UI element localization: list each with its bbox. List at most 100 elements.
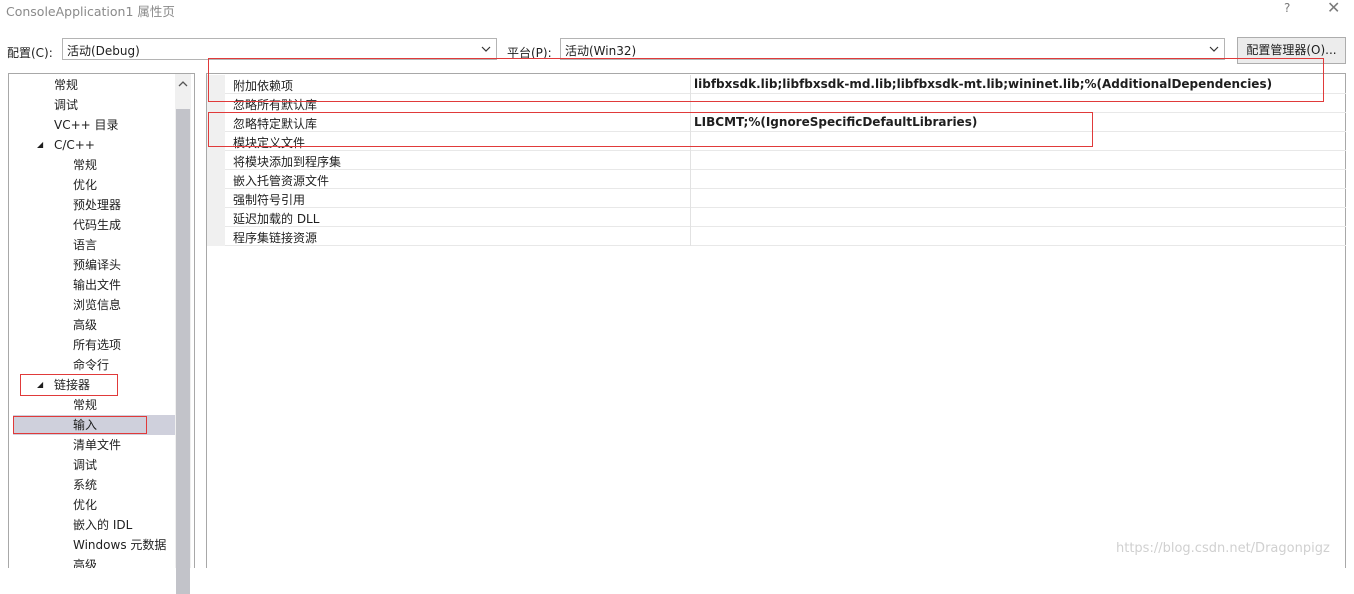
platform-dropdown[interactable]: 活动(Win32) [560,38,1225,60]
row-gutter [207,208,225,227]
tree-item[interactable]: 预处理器 [13,195,175,215]
tree-item-label: 预处理器 [73,198,122,212]
property-row[interactable]: 模块定义文件 [207,132,1346,151]
tree-item[interactable]: Windows 元数据 [13,535,175,555]
property-row[interactable]: 忽略特定默认库 LIBCMT;%(IgnoreSpecificDefaultLib… [207,113,1346,132]
tree-item-label: 预编译头 [73,258,122,272]
row-gutter [207,170,225,189]
tree-item[interactable]: 嵌入的 IDL [13,515,175,535]
tree-item-label: 输入 [73,418,98,432]
property-name: 附加依赖项 [233,79,294,93]
tree-item[interactable]: 输入 [13,415,175,435]
property-name: 强制符号引用 [233,193,306,207]
watermark: https://blog.csdn.net/Dragonpigz [1116,541,1330,556]
property-row[interactable]: 延迟加载的 DLL [207,208,1346,227]
property-row[interactable]: 将模块添加到程序集 [207,151,1346,170]
row-gutter [207,227,225,246]
property-name: 模块定义文件 [233,136,306,150]
tree-item-label: 常规 [54,78,79,92]
column-separator [690,227,691,246]
tree-item[interactable]: 命令行 [13,355,175,375]
tree-item[interactable]: ◢ 链接器 [13,375,175,395]
platform-value: 活动(Win32) [565,44,637,58]
tree-item-label: 浏览信息 [73,298,122,312]
property-value[interactable]: LIBCMT;%(IgnoreSpecificDefaultLibraries) [694,115,977,129]
tree-item-label: 链接器 [54,378,91,392]
tree-item[interactable]: 清单文件 [13,435,175,455]
tree-item-label: 系统 [73,478,98,492]
tree-item[interactable]: 常规 [13,395,175,415]
property-value[interactable]: libfbxsdk.lib;libfbxsdk-md.lib;libfbxsdk… [694,77,1272,91]
close-icon[interactable]: ✕ [1327,0,1340,17]
property-grid[interactable]: 附加依赖项 libfbxsdk.lib;libfbxsdk-md.lib;libf… [206,73,1346,568]
tree-item-label: 调试 [73,458,98,472]
tree-item-label: 所有选项 [73,338,122,352]
tree-item-label: VC++ 目录 [54,118,119,132]
tree-item[interactable]: 预编译头 [13,255,175,275]
property-tree[interactable]: 常规 调试 VC++ 目录 ◢ C/C++ 常规 优化 预处理器 代码生成 语言 预编译头 输出文件浏… [8,73,195,568]
tree-item[interactable]: 调试 [13,455,175,475]
property-row[interactable]: 程序集链接资源 [207,227,1346,246]
help-icon[interactable]: ? [1284,1,1290,15]
tree-item[interactable]: 浏览信息 [13,295,175,315]
tree-item-label: Windows 元数据 [73,538,167,552]
tree-item[interactable]: 调试 [13,95,175,115]
chevron-down-icon [1209,46,1219,52]
tree-item[interactable]: 代码生成 [13,215,175,235]
expand-arrow-icon[interactable]: ◢ [37,135,43,155]
tree-item[interactable]: 系统 [13,475,175,495]
tree-item-label: 输出文件 [73,278,122,292]
tree-item-label: 常规 [73,398,98,412]
column-separator [690,189,691,208]
property-row[interactable]: 附加依赖项 libfbxsdk.lib;libfbxsdk-md.lib;libf… [207,75,1346,94]
tree-item[interactable]: VC++ 目录 [13,115,175,135]
tree-item-label: C/C++ [54,138,95,152]
property-name: 忽略特定默认库 [233,117,318,131]
tree-item[interactable]: 常规 [13,75,175,95]
tree-item[interactable]: 高级 [13,555,175,568]
tree-item-label: 命令行 [73,358,110,372]
tree-item-label: 调试 [54,98,79,112]
title-bar: ConsoleApplication1 属性页 ? ✕ [0,0,1354,22]
column-separator [690,132,691,151]
expand-arrow-icon[interactable]: ◢ [37,375,43,395]
platform-label: 平台(P): [507,46,552,60]
property-name: 忽略所有默认库 [233,98,318,112]
column-separator [690,151,691,170]
row-gutter [207,113,225,132]
column-separator [690,75,691,94]
config-dropdown[interactable]: 活动(Debug) [62,38,497,60]
tree-item-label: 代码生成 [73,218,122,232]
property-row[interactable]: 忽略所有默认库 [207,94,1346,113]
config-value: 活动(Debug) [67,44,140,58]
tree-item[interactable]: ◢ C/C++ [13,135,175,155]
row-gutter [207,94,225,113]
tree-item[interactable]: 常规 [13,155,175,175]
tree-item[interactable]: 优化 [13,175,175,195]
tree-item[interactable]: 高级 [13,315,175,335]
property-row[interactable]: 强制符号引用 [207,189,1346,208]
tree-item-label: 高级 [73,558,98,568]
tree-item[interactable]: 所有选项 [13,335,175,355]
row-gutter [207,189,225,208]
property-name: 延迟加载的 DLL [233,212,320,226]
tree-item[interactable]: 语言 [13,235,175,255]
tree-item-label: 优化 [73,498,98,512]
tree-item-label: 常规 [73,158,98,172]
column-separator [690,170,691,189]
tree-scrollbar[interactable] [175,74,191,594]
column-separator [690,113,691,132]
row-gutter [207,75,225,94]
window-title: ConsoleApplication1 属性页 [6,4,175,19]
row-gutter [207,151,225,170]
tree-item-label: 优化 [73,178,98,192]
scroll-thumb[interactable] [176,109,190,594]
configuration-manager-button[interactable]: 配置管理器(O)... [1237,37,1346,64]
scroll-up-icon[interactable] [175,74,191,94]
property-row[interactable]: 嵌入托管资源文件 [207,170,1346,189]
column-separator [690,94,691,113]
tree-item[interactable]: 输出文件 [13,275,175,295]
column-separator [690,208,691,227]
property-name: 程序集链接资源 [233,231,318,245]
tree-item[interactable]: 优化 [13,495,175,515]
